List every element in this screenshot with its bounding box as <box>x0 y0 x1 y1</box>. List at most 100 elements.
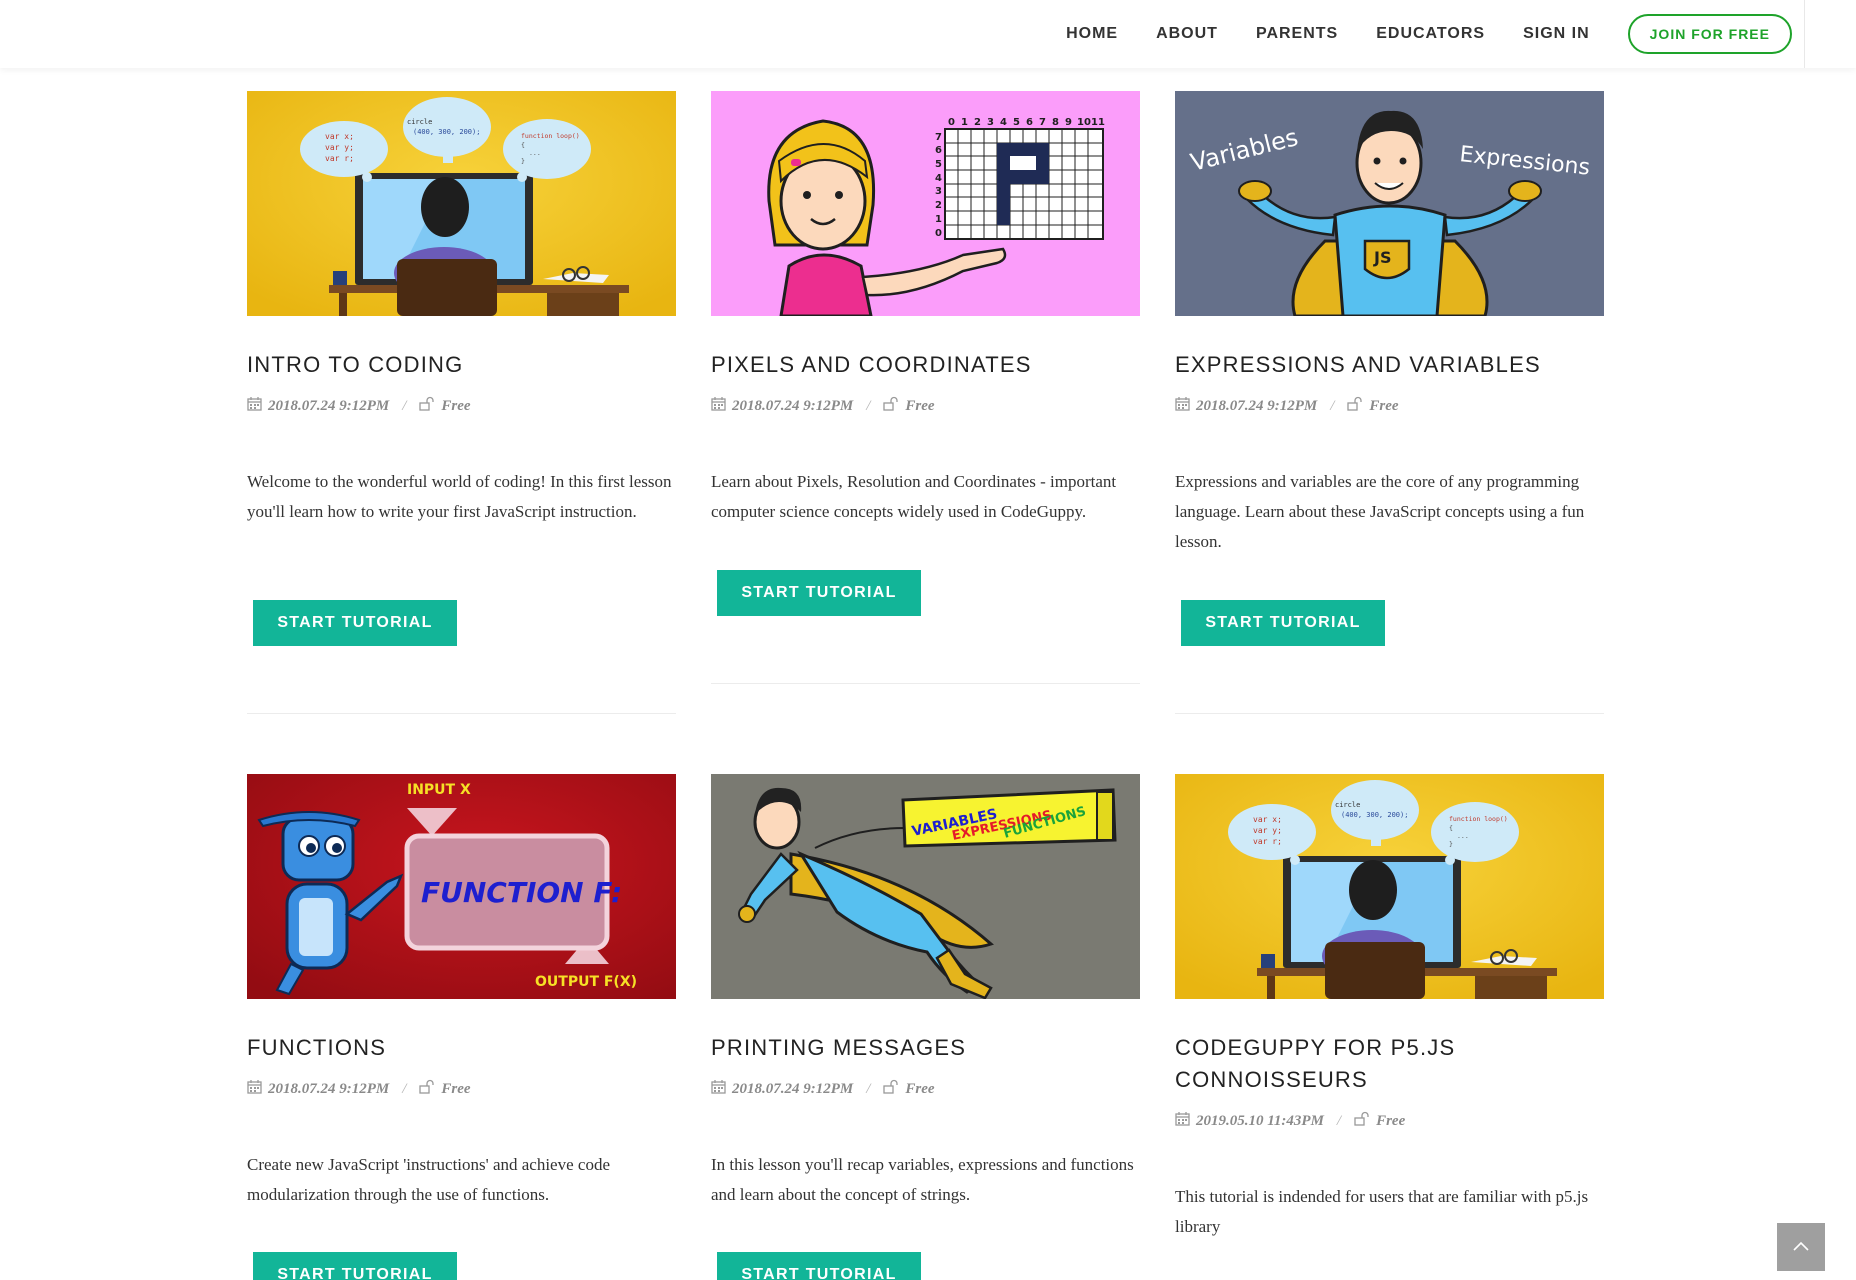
svg-text:3: 3 <box>987 117 994 128</box>
tutorial-thumbnail[interactable]: var x; var y; var r; circle (400, 300, 2… <box>1175 774 1604 999</box>
unlock-icon <box>883 1079 899 1099</box>
tutorial-title[interactable]: EXPRESSIONS AND VARIABLES <box>1175 349 1604 381</box>
calendar-icon <box>1175 1111 1190 1131</box>
meta-separator: / <box>1330 397 1335 414</box>
unlock-icon <box>419 396 435 416</box>
tutorial-meta: 2018.07.24 9:12PM / Free <box>1175 396 1399 416</box>
tutorial-meta: 2018.07.24 9:12PM / Free <box>711 396 935 416</box>
svg-text:6: 6 <box>1026 117 1033 128</box>
svg-text:FUNCTION F:: FUNCTION F: <box>421 876 622 909</box>
svg-text:var y;: var y; <box>1253 826 1282 835</box>
start-tutorial-button[interactable]: START TUTORIAL <box>253 600 457 646</box>
tutorial-thumbnail[interactable]: FUNCTION F: INPUT X OUTPUT F(X) <box>247 774 676 999</box>
svg-text:8: 8 <box>1052 117 1059 128</box>
unlock-icon <box>883 396 899 416</box>
svg-text:(400, 300, 200);: (400, 300, 200); <box>413 128 480 136</box>
tutorial-access: Free <box>1376 1112 1406 1129</box>
svg-text:4: 4 <box>935 173 942 184</box>
tutorial-access: Free <box>1369 397 1399 414</box>
svg-text:7: 7 <box>1039 117 1046 128</box>
svg-text:circle: circle <box>407 118 432 126</box>
tutorial-thumbnail[interactable]: JS Variables Expressions <box>1175 91 1604 316</box>
svg-text:0: 0 <box>935 228 942 239</box>
tutorial-title[interactable]: INTRO TO CODING <box>247 349 676 381</box>
svg-text:9: 9 <box>1065 117 1072 128</box>
svg-text:2: 2 <box>974 117 981 128</box>
svg-text:(400, 300, 200);: (400, 300, 200); <box>1341 811 1408 819</box>
unlock-icon <box>1347 396 1363 416</box>
svg-text:7: 7 <box>935 132 942 143</box>
svg-text:circle: circle <box>1335 801 1360 809</box>
svg-text:}: } <box>521 157 525 165</box>
start-tutorial-button[interactable]: START TUTORIAL <box>717 570 921 616</box>
meta-separator: / <box>866 1080 871 1097</box>
flying-hero-banner-illustration: VARIABLES EXPRESSIONS FUNCTIONS <box>711 774 1140 999</box>
site-header: HOME ABOUT PARENTS EDUCATORS SIGN IN JOI… <box>0 0 1856 68</box>
svg-text:var x;: var x; <box>1253 815 1282 824</box>
card-divider <box>247 713 676 714</box>
svg-text:...: ... <box>529 149 541 157</box>
card-divider <box>1175 713 1604 714</box>
tutorial-title[interactable]: CODEGUPPY FOR P5.JS CONNOISSEURS <box>1175 1032 1604 1096</box>
tutorial-thumbnail[interactable]: VARIABLES EXPRESSIONS FUNCTIONS <box>711 774 1140 999</box>
tutorial-date: 2018.07.24 9:12PM <box>268 397 390 414</box>
start-tutorial-button[interactable]: START TUTORIAL <box>717 1252 921 1280</box>
svg-text:5: 5 <box>1013 117 1020 128</box>
nav-sign-in-link[interactable]: SIGN IN <box>1523 25 1590 43</box>
svg-text:1: 1 <box>935 214 942 225</box>
svg-text:{: { <box>521 141 525 149</box>
svg-text:function loop(): function loop() <box>521 132 580 140</box>
calendar-icon <box>711 396 726 416</box>
svg-text:{: { <box>1449 824 1453 832</box>
svg-text:0: 0 <box>948 117 955 128</box>
tutorial-title[interactable]: FUNCTIONS <box>247 1032 676 1064</box>
nav-home-link[interactable]: HOME <box>1066 25 1118 43</box>
tutorial-description: This tutorial is indended for users that… <box>1175 1187 1589 1236</box>
calendar-icon <box>247 396 262 416</box>
nav-parents-link[interactable]: PARENTS <box>1256 25 1338 43</box>
tutorial-access: Free <box>905 397 935 414</box>
unlock-icon <box>419 1079 435 1099</box>
tutorial-title[interactable]: PRINTING MESSAGES <box>711 1032 1140 1064</box>
nav-about-link[interactable]: ABOUT <box>1156 25 1218 43</box>
tutorial-thumbnail[interactable]: 0 1 2 3 4 5 6 7 8 9 10 11 7 6 5 4 3 2 1 … <box>711 91 1140 316</box>
svg-text:var x;: var x; <box>325 132 354 141</box>
start-tutorial-button[interactable]: START TUTORIAL <box>1181 600 1385 646</box>
tutorial-date: 2018.07.24 9:12PM <box>268 1080 390 1097</box>
join-for-free-button[interactable]: JOIN FOR FREE <box>1627 14 1792 54</box>
card-divider <box>711 683 1140 684</box>
start-tutorial-button[interactable]: START TUTORIAL <box>253 1252 457 1280</box>
svg-text:3: 3 <box>935 186 942 197</box>
svg-text:5: 5 <box>935 159 942 170</box>
tutorial-meta: 2018.07.24 9:12PM / Free <box>247 1079 471 1099</box>
tutorial-description: Welcome to the wonderful world of coding… <box>247 472 672 521</box>
tutorial-thumbnail[interactable]: var x; var y; var r; circle (400, 300, 2… <box>247 91 676 316</box>
tutorial-meta: 2018.07.24 9:12PM / Free <box>247 396 471 416</box>
nav-educators-link[interactable]: EDUCATORS <box>1376 25 1485 43</box>
calendar-icon <box>1175 396 1190 416</box>
tutorial-title[interactable]: PIXELS AND COORDINATES <box>711 349 1140 381</box>
unlock-icon <box>1354 1111 1370 1131</box>
meta-separator: / <box>402 1080 407 1097</box>
tutorial-date: 2018.07.24 9:12PM <box>732 397 854 414</box>
svg-text:1: 1 <box>961 117 968 128</box>
tutorial-description: Expressions and variables are the core o… <box>1175 472 1585 551</box>
svg-text:2: 2 <box>935 200 942 211</box>
svg-text:var r;: var r; <box>325 154 354 163</box>
back-to-top-button[interactable] <box>1777 1223 1825 1271</box>
tutorial-access: Free <box>441 1080 471 1097</box>
svg-text:var y;: var y; <box>325 143 354 152</box>
svg-text:function loop(): function loop() <box>1449 815 1508 823</box>
robot-function-illustration: FUNCTION F: INPUT X OUTPUT F(X) <box>247 774 676 999</box>
svg-text:var r;: var r; <box>1253 837 1282 846</box>
svg-text:11: 11 <box>1091 117 1105 128</box>
meta-separator: / <box>1336 1112 1342 1129</box>
coordinate-grid <box>944 128 1104 240</box>
tutorial-meta: 2019.05.10 11:43PM / Free <box>1175 1111 1405 1131</box>
coder-at-desk-illustration: var x; var y; var r; circle (400, 300, 2… <box>247 91 676 316</box>
calendar-icon <box>711 1079 726 1099</box>
main-nav: HOME ABOUT PARENTS EDUCATORS SIGN IN JOI… <box>1066 0 1792 68</box>
tutorial-description: Create new JavaScript 'instructions' and… <box>247 1155 610 1204</box>
svg-text:}: } <box>1449 840 1453 848</box>
chevron-up-icon <box>1793 1238 1809 1256</box>
